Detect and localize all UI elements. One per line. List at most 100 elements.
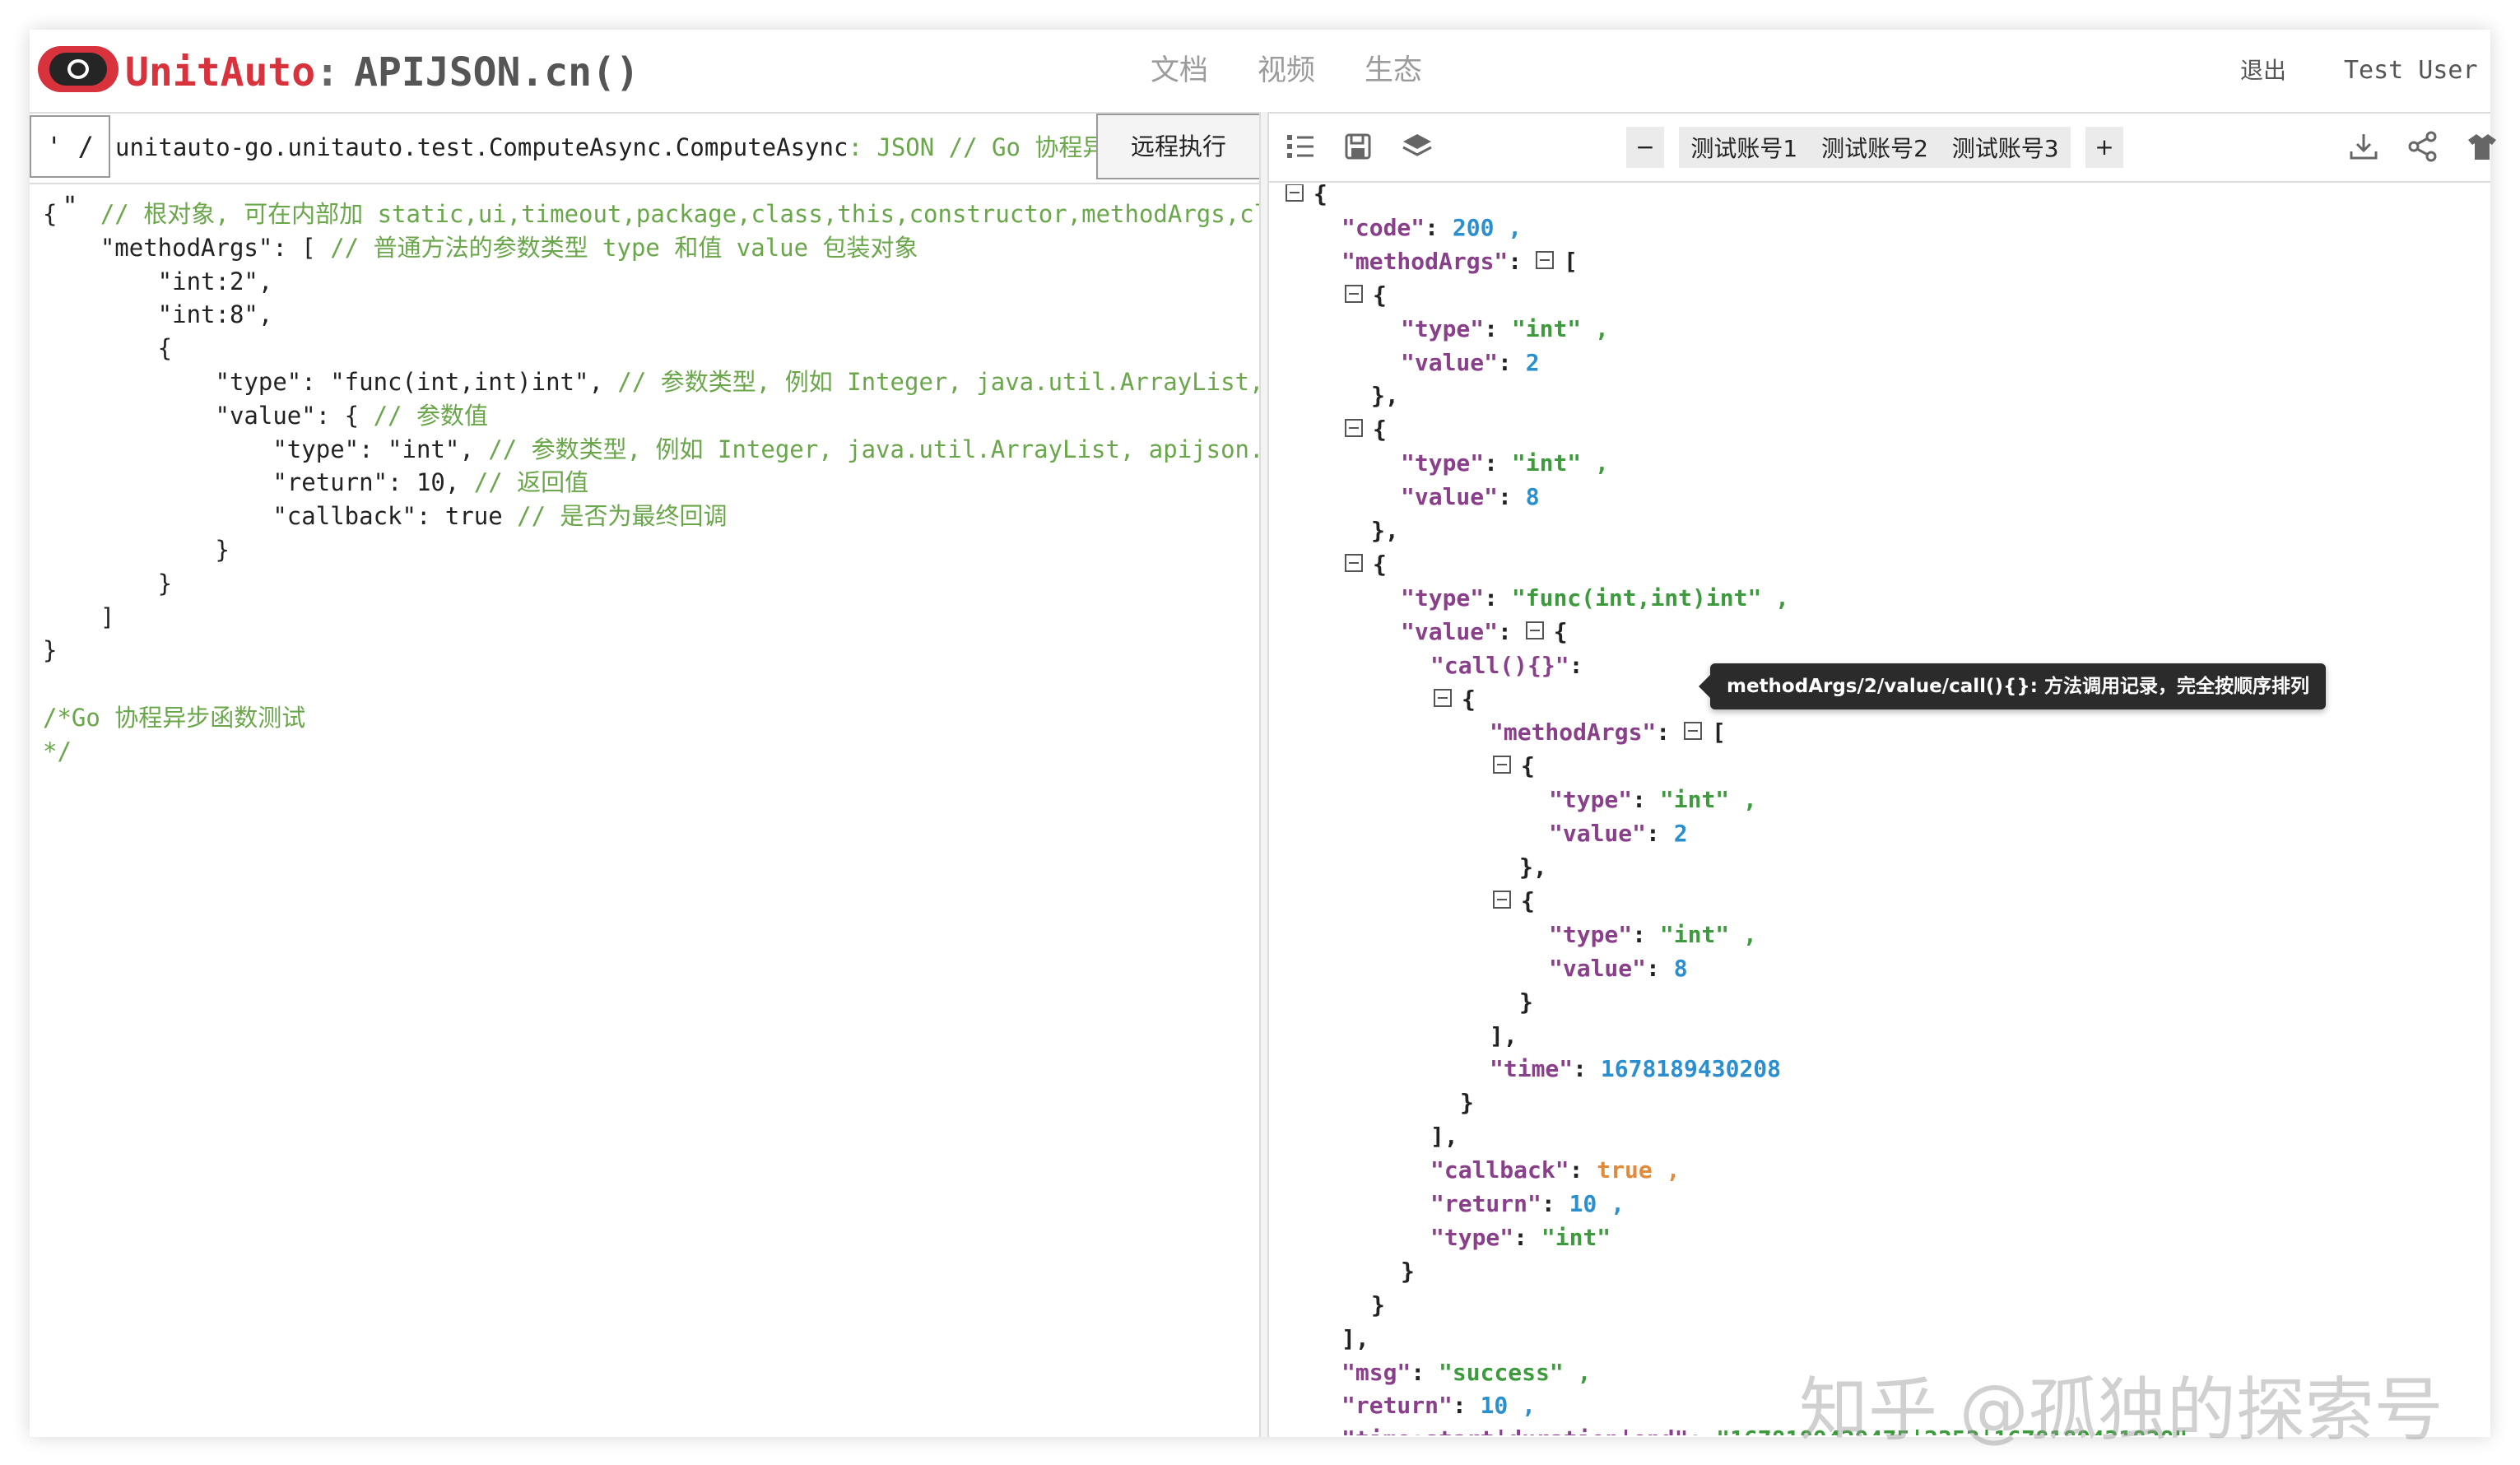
json-key[interactable]: "time:start|duration|end"	[1341, 1425, 1688, 1435]
json-line: {	[1345, 279, 1387, 312]
nav-ecosystem[interactable]: 生态	[1365, 48, 1422, 94]
header: UnitAuto: APIJSON.cn() 文档 视频 生态 退出 Test U…	[30, 30, 2490, 112]
json-key[interactable]: "return"	[1430, 1190, 1541, 1217]
json-punct: {	[1521, 752, 1535, 780]
code-comment: /*Go 协程异步函数测试	[43, 704, 306, 732]
code-comment: // 根对象, 可在内部加 static,ui,timeout,package,…	[100, 200, 1259, 228]
remote-run-button[interactable]: 远程执行	[1096, 114, 1261, 179]
code-comment: */	[43, 737, 72, 765]
collapse-toggle-icon[interactable]	[1345, 419, 1363, 438]
collapse-toggle-icon[interactable]	[1434, 688, 1452, 707]
json-line: "value": 8	[1401, 481, 1540, 514]
save-icon[interactable]	[1341, 130, 1374, 163]
site-name[interactable]: APIJSON.cn()	[354, 49, 639, 95]
json-line: }	[1519, 986, 1533, 1019]
add-account-button[interactable]: +	[2085, 127, 2123, 168]
json-punct: ],	[1490, 1021, 1518, 1049]
json-key[interactable]: "type"	[1401, 584, 1484, 612]
json-number: 8	[1525, 483, 1540, 511]
account-tab-2[interactable]: 测试账号2	[1821, 131, 1928, 164]
json-key[interactable]: "type"	[1549, 921, 1632, 948]
json-punct: },	[1519, 853, 1547, 881]
json-key[interactable]: "methodArgs"	[1490, 719, 1656, 746]
json-line: ],	[1430, 1120, 1458, 1153]
json-key[interactable]: "value"	[1401, 349, 1498, 376]
code-text: {	[43, 334, 173, 363]
json-line: "type": "func(int,int)int" ,	[1401, 582, 1789, 615]
json-key[interactable]: "value"	[1401, 618, 1498, 645]
list-icon[interactable]	[1284, 130, 1317, 163]
json-punct: :	[1484, 449, 1512, 477]
collapse-toggle-icon[interactable]	[1493, 890, 1511, 909]
json-number: 2	[1525, 348, 1540, 376]
json-key[interactable]: "callback"	[1430, 1156, 1569, 1184]
json-key[interactable]: "type"	[1401, 315, 1484, 342]
collapse-toggle-icon[interactable]	[1345, 284, 1363, 303]
account-tab-1[interactable]: 测试账号1	[1690, 131, 1797, 164]
request-editor[interactable]: { // 根对象, 可在内部加 static,ui,timeout,packag…	[43, 194, 1259, 1429]
json-string: "int"	[1511, 314, 1582, 342]
editor-line: "int:2",	[43, 265, 273, 298]
json-number: 8	[1673, 954, 1688, 982]
code-text: ]	[43, 602, 115, 631]
json-punct: :	[1646, 820, 1674, 848]
json-line: "msg": "success" ,	[1341, 1356, 1591, 1389]
json-key[interactable]: "value"	[1549, 820, 1646, 847]
json-line: "value": {	[1401, 616, 1568, 649]
json-punct: {	[1521, 886, 1535, 914]
json-line: "type": "int" ,	[1401, 313, 1609, 346]
code-comment: // 普通方法的参数类型 type 和值 value 包装对象	[330, 233, 918, 262]
method-toggle-button[interactable]: ' / "	[30, 115, 110, 221]
collapse-toggle-icon[interactable]	[1536, 250, 1555, 269]
json-line: ],	[1490, 1020, 1518, 1053]
share-icon[interactable]	[2406, 130, 2439, 163]
json-line: "type": "int" ,	[1549, 784, 1757, 816]
editor-line: }	[43, 567, 172, 600]
collapse-toggle-icon[interactable]	[1286, 184, 1304, 202]
code-text: "type": "int",	[43, 435, 489, 463]
json-line: "call(){}":	[1430, 649, 1583, 682]
shirt-icon[interactable]	[2466, 130, 2499, 163]
pane-divider[interactable]	[1259, 112, 1269, 1437]
user-name[interactable]: Test User	[2344, 48, 2478, 94]
json-key[interactable]: "type"	[1549, 786, 1632, 813]
editor-line: /*Go 协程异步函数测试	[43, 701, 305, 734]
json-punct: }	[1401, 1257, 1415, 1285]
json-line: },	[1519, 851, 1547, 884]
account-tab-3[interactable]: 测试账号3	[1952, 131, 2059, 164]
download-icon[interactable]	[2347, 130, 2380, 163]
json-key[interactable]: "msg"	[1341, 1359, 1411, 1386]
title-colon: :	[315, 49, 340, 95]
app-title: UnitAuto: APIJSON.cn()	[125, 48, 639, 97]
json-key[interactable]: "time"	[1490, 1055, 1573, 1082]
json-key[interactable]: "type"	[1430, 1224, 1513, 1251]
json-key[interactable]: "value"	[1549, 955, 1646, 982]
logout-link[interactable]: 退出	[2240, 48, 2286, 94]
json-key[interactable]: "code"	[1341, 214, 1425, 241]
json-key[interactable]: "call(){}"	[1430, 652, 1569, 679]
nav-videos[interactable]: 视频	[1258, 48, 1315, 94]
zoom-out-button[interactable]: −	[1626, 127, 1664, 168]
logo-icon[interactable]	[38, 46, 119, 92]
json-number: ,	[1508, 1392, 1537, 1420]
account-list: 测试账号1 测试账号2 测试账号3	[1679, 127, 2071, 168]
layers-icon[interactable]	[1401, 130, 1434, 163]
json-string: ,	[1729, 920, 1757, 948]
collapse-toggle-icon[interactable]	[1493, 756, 1511, 774]
json-line: "methodArgs": [	[1490, 716, 1726, 749]
collapse-toggle-icon[interactable]	[1684, 722, 1703, 741]
json-punct: :	[1484, 314, 1512, 342]
code-text: }	[43, 536, 230, 564]
json-key[interactable]: "return"	[1341, 1392, 1453, 1419]
json-key[interactable]: "value"	[1401, 483, 1498, 510]
json-key[interactable]: "methodArgs"	[1341, 248, 1508, 275]
url-input[interactable]: unitauto-go.unitauto.test.ComputeAsync.C…	[115, 119, 1119, 176]
collapse-toggle-icon[interactable]	[1345, 553, 1363, 572]
nav-docs[interactable]: 文档	[1151, 48, 1208, 94]
collapse-toggle-icon[interactable]	[1525, 621, 1544, 639]
json-string: "int"	[1659, 920, 1730, 948]
json-line: "return": 10 ,	[1430, 1188, 1625, 1221]
json-key[interactable]: "type"	[1401, 449, 1484, 477]
code-comment: // 参数类型, 例如 Integer, java.util.ArrayList…	[488, 435, 1259, 463]
json-punct: {	[1313, 184, 1327, 207]
